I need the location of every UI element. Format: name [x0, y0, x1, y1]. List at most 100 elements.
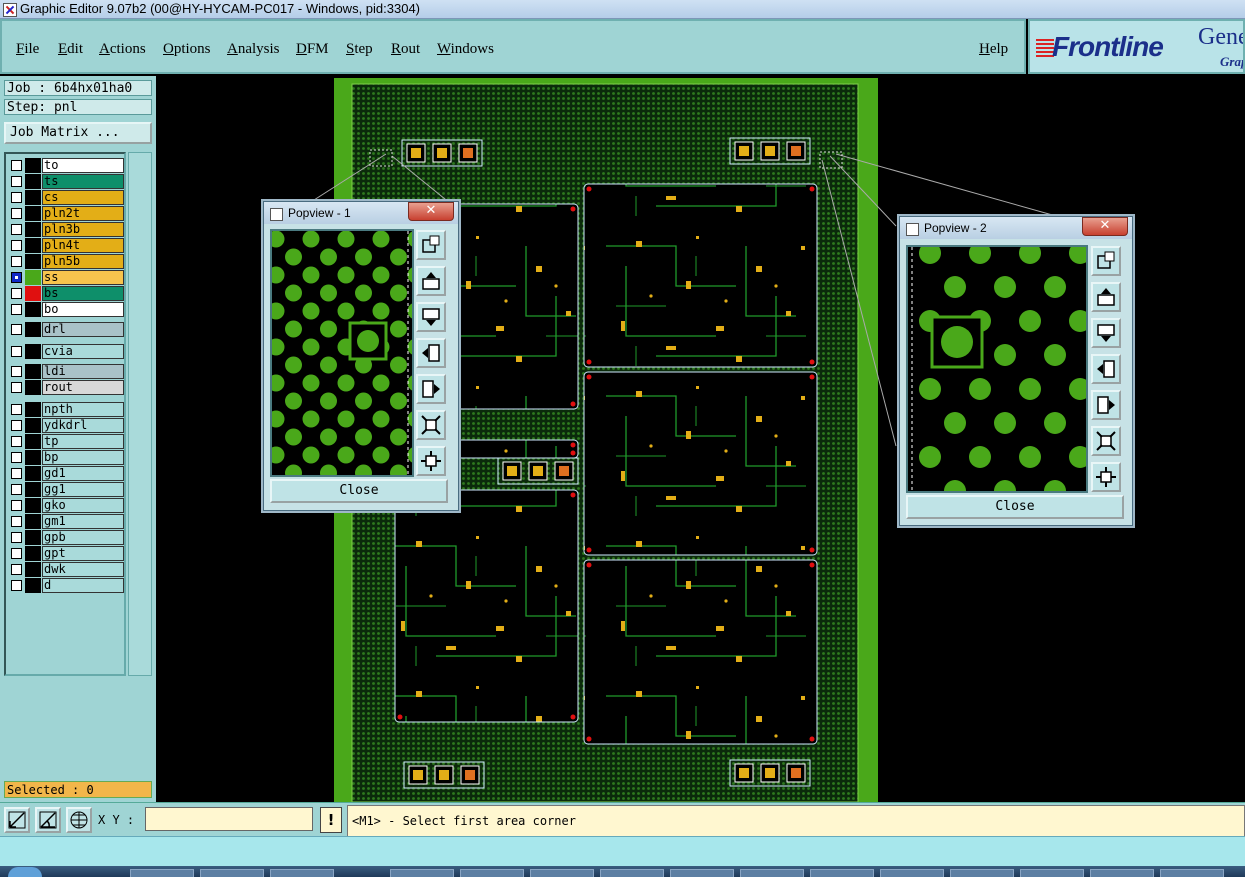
layer-name[interactable]: bp: [42, 450, 124, 465]
layer-checkbox[interactable]: [11, 532, 22, 543]
taskbar-item[interactable]: [740, 869, 804, 877]
layer-name[interactable]: pln4t: [42, 238, 124, 253]
warning-icon[interactable]: !: [320, 807, 342, 833]
layer-list-scrollbar[interactable]: [128, 152, 152, 676]
layer-row-d[interactable]: d: [8, 578, 124, 593]
layer-row-pln5b[interactable]: pln5b: [8, 254, 124, 269]
layer-checkbox[interactable]: [11, 484, 22, 495]
layer-color-swatch[interactable]: [25, 482, 41, 497]
layer-name[interactable]: gg1: [42, 482, 124, 497]
menu-options[interactable]: Options: [163, 41, 211, 58]
taskbar-item[interactable]: [600, 869, 664, 877]
taskbar-item[interactable]: [1160, 869, 1224, 877]
layer-checkbox[interactable]: [11, 208, 22, 219]
popview-1-zoom-fit-icon[interactable]: [416, 230, 446, 260]
layer-row-bo[interactable]: bo: [8, 302, 124, 317]
layer-row-pln3b[interactable]: pln3b: [8, 222, 124, 237]
layer-checkbox[interactable]: [11, 468, 22, 479]
layer-row-bp[interactable]: bp: [8, 450, 124, 465]
layer-name[interactable]: gm1: [42, 514, 124, 529]
layer-color-swatch[interactable]: [25, 174, 41, 189]
layer-row-rout[interactable]: rout: [8, 380, 124, 395]
layer-row-ldi[interactable]: ldi: [8, 364, 124, 379]
layer-checkbox[interactable]: [11, 404, 22, 415]
layer-checkbox[interactable]: [11, 382, 22, 393]
layer-checkbox[interactable]: [11, 366, 22, 377]
layer-name[interactable]: to: [42, 158, 124, 173]
layer-name[interactable]: d: [42, 578, 124, 593]
layer-row-drl[interactable]: drl: [8, 322, 124, 337]
layer-color-swatch[interactable]: [25, 322, 41, 337]
layer-color-swatch[interactable]: [25, 498, 41, 513]
layer-color-swatch[interactable]: [25, 434, 41, 449]
layer-name[interactable]: dwk: [42, 562, 124, 577]
layer-name[interactable]: pln3b: [42, 222, 124, 237]
layer-name[interactable]: ts: [42, 174, 124, 189]
layer-checkbox[interactable]: [11, 176, 22, 187]
layer-row-bs[interactable]: bs: [8, 286, 124, 301]
popview-2-zoom-fit-icon[interactable]: [1091, 246, 1121, 276]
layer-checkbox[interactable]: [11, 420, 22, 431]
layer-row-gm1[interactable]: gm1: [8, 514, 124, 529]
layer-color-swatch[interactable]: [25, 238, 41, 253]
layer-row-pln2t[interactable]: pln2t: [8, 206, 124, 221]
layer-name[interactable]: drl: [42, 322, 124, 337]
layer-color-swatch[interactable]: [25, 364, 41, 379]
taskbar-item[interactable]: [390, 869, 454, 877]
xy-coordinate-input[interactable]: [145, 807, 313, 831]
popview-1-pan-left-icon[interactable]: [416, 338, 446, 368]
popview-2-pan-right-icon[interactable]: [1091, 390, 1121, 420]
layer-name[interactable]: bs: [42, 286, 124, 301]
layer-color-swatch[interactable]: [25, 514, 41, 529]
layer-checkbox[interactable]: [11, 580, 22, 591]
layer-name[interactable]: ldi: [42, 364, 124, 379]
grid-snap-icon[interactable]: [66, 807, 92, 833]
layer-color-swatch[interactable]: [25, 546, 41, 561]
taskbar-item[interactable]: [460, 869, 524, 877]
layer-color-swatch[interactable]: [25, 530, 41, 545]
layer-name[interactable]: gd1: [42, 466, 124, 481]
popview-2-zoom-out-icon[interactable]: [1091, 462, 1121, 492]
angle-tool-icon[interactable]: [35, 807, 61, 833]
layer-checkbox[interactable]: [11, 564, 22, 575]
popview-2-view[interactable]: [906, 245, 1088, 493]
popview-2-pan-left-icon[interactable]: [1091, 354, 1121, 384]
layer-row-cvia[interactable]: cvia: [8, 344, 124, 359]
layer-checkbox[interactable]: [11, 516, 22, 527]
start-orb-icon[interactable]: [8, 867, 42, 877]
popview-1-pan-up-icon[interactable]: [416, 266, 446, 296]
layer-color-swatch[interactable]: [25, 222, 41, 237]
taskbar-item[interactable]: [530, 869, 594, 877]
popview-2-close-button[interactable]: Close: [906, 495, 1124, 519]
popview-1-zoom-in-icon[interactable]: [416, 410, 446, 440]
layer-checkbox[interactable]: [11, 346, 22, 357]
layer-name[interactable]: npth: [42, 402, 124, 417]
layer-color-swatch[interactable]: [25, 344, 41, 359]
layer-name[interactable]: gpt: [42, 546, 124, 561]
menu-windows[interactable]: Windows: [437, 41, 494, 58]
job-matrix-button[interactable]: Job Matrix ...: [4, 122, 152, 144]
layer-checkbox[interactable]: [11, 160, 22, 171]
layer-row-pln4t[interactable]: pln4t: [8, 238, 124, 253]
layer-row-dwk[interactable]: dwk: [8, 562, 124, 577]
popview-1-pan-right-icon[interactable]: [416, 374, 446, 404]
layer-checkbox[interactable]: [11, 324, 22, 335]
graphic-canvas[interactable]: Popview - 1 ✕ Close Popview - 2 ✕ Close: [156, 76, 1245, 803]
popview-2-pan-up-icon[interactable]: [1091, 282, 1121, 312]
layer-checkbox[interactable]: [11, 240, 22, 251]
layer-color-swatch[interactable]: [25, 402, 41, 417]
layer-color-swatch[interactable]: [25, 578, 41, 593]
layer-row-gpb[interactable]: gpb: [8, 530, 124, 545]
layer-name[interactable]: pln5b: [42, 254, 124, 269]
menu-step[interactable]: Step: [346, 41, 373, 58]
layer-color-swatch[interactable]: [25, 466, 41, 481]
layer-checkbox[interactable]: [11, 548, 22, 559]
layer-color-swatch[interactable]: [25, 254, 41, 269]
taskbar-item[interactable]: [1090, 869, 1154, 877]
layer-name[interactable]: rout: [42, 380, 124, 395]
layer-row-ts[interactable]: ts: [8, 174, 124, 189]
layer-color-swatch[interactable]: [25, 286, 41, 301]
popview-2-pan-down-icon[interactable]: [1091, 318, 1121, 348]
layer-checkbox[interactable]: [11, 304, 22, 315]
layer-color-swatch[interactable]: [25, 206, 41, 221]
